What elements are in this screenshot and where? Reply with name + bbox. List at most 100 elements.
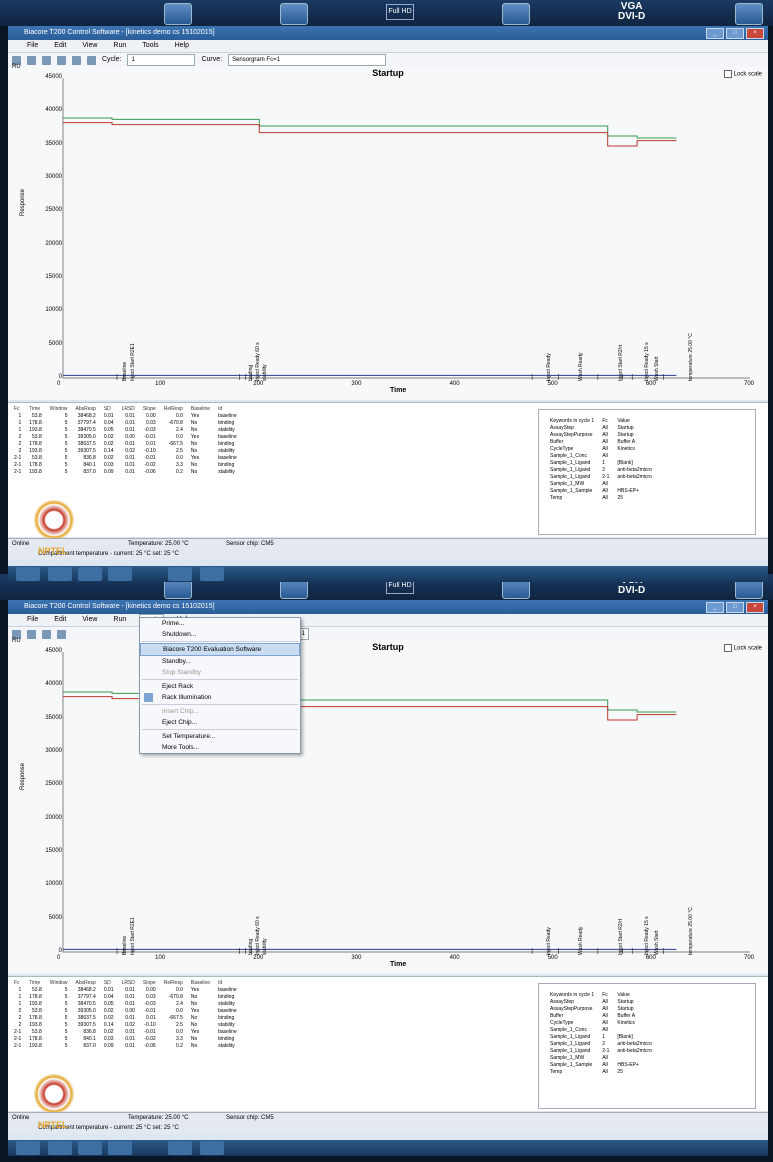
menu-item-shutdown[interactable]: Shutdown... <box>140 629 300 640</box>
table-row[interactable]: 1 53.8 5 38468.2 0.01 0.01 0.00 0.0 Yes baseline <box>10 412 241 419</box>
menu-view[interactable]: View <box>79 40 100 52</box>
menu-edit[interactable]: Edit <box>51 614 69 626</box>
menu-file[interactable]: File <box>24 614 41 626</box>
keyword-row[interactable]: Temp All 25 <box>546 494 656 501</box>
keyword-row[interactable]: Sample_1_Ligand 2 anti-beta2micro <box>546 1040 656 1047</box>
curve-select[interactable]: Sensorgram Fc=1 <box>228 54 387 66</box>
table-row[interactable]: 2 53.8 5 39305.0 0.02 0.00 -0.01 0.0 Yes baseline <box>10 433 241 440</box>
table-row[interactable]: 2 193.8 5 39307.5 0.14 0.02 -0.10 2.5 No stabilit… <box>10 1021 241 1028</box>
keyword-row[interactable]: Sample_1_Conc All <box>546 1026 656 1033</box>
keyword-row[interactable]: AssayStep All Startup <box>546 998 656 1005</box>
menu-tools[interactable]: Tools <box>139 40 161 52</box>
keyword-row[interactable]: Sample_1_Ligand 2-1 anti-beta2micro <box>546 473 656 480</box>
table-row[interactable]: 1 193.8 5 38470.5 0.05 0.01 -0.03 2.4 No stabilit… <box>10 426 241 433</box>
keyword-row[interactable]: Sample_1_Ligand 2 anti-beta2micro <box>546 466 656 473</box>
keyword-row[interactable]: Temp All 25 <box>546 1068 656 1075</box>
sensorgram-plot[interactable]: Startup Lock scale RU Response Time Base… <box>8 64 768 400</box>
menu-run[interactable]: Run <box>110 40 129 52</box>
minimize-button[interactable]: _ <box>706 602 724 613</box>
keyword-row[interactable]: Sample_1_MW All <box>546 1054 656 1061</box>
crosshair-icon[interactable] <box>72 55 81 65</box>
table-row[interactable]: 2-1 178.8 5 840.1 0.03 0.01 -0.02 3.3 No binding <box>10 1035 241 1042</box>
table-row[interactable]: 2-1 178.8 5 840.1 0.03 0.01 -0.02 3.3 No binding <box>10 461 241 468</box>
table-cell: 5 <box>64 1042 68 1049</box>
taskbar-firefox-icon[interactable] <box>168 1141 192 1155</box>
chart-icon[interactable] <box>57 55 66 65</box>
keyword-row[interactable]: Sample_1_Ligand 2-1 anti-beta2micro <box>546 1047 656 1054</box>
keyword-row[interactable]: Sample_1_Ligand 1 [Blank] <box>546 1033 656 1040</box>
table-row[interactable]: 2-1 53.8 5 836.8 0.02 0.01 -0.01 0.0 Yes baseline <box>10 454 241 461</box>
keyword-row[interactable]: CycleType All Kinetics <box>546 445 656 452</box>
keywords-table: Keywords in cycle 1 Fc Value AssayStep All S… <box>546 991 656 1075</box>
table-cell: 2-1 <box>14 1035 22 1042</box>
table-row[interactable]: 2 193.8 5 39307.5 0.14 0.02 -0.10 2.5 No stabilit… <box>10 447 241 454</box>
keyword-row[interactable]: Sample_1_Sample All HBS-EP+ <box>546 1061 656 1068</box>
menu-item-stop-standby[interactable]: Stop Standby <box>140 667 300 678</box>
table-row[interactable]: 1 53.8 5 38468.2 0.01 0.01 0.00 0.0 Yes baseline <box>10 986 241 993</box>
keyword-cell: All <box>602 1061 608 1068</box>
table-row[interactable]: 2-1 193.8 5 837.0 0.09 0.01 -0.06 0.2 No stabilit… <box>10 468 241 475</box>
maximize-button[interactable]: □ <box>726 28 744 39</box>
keyword-row[interactable]: Buffer All Buffer A <box>546 438 656 445</box>
table-row[interactable]: 1 178.8 5 37797.4 0.04 0.01 0.03 -670.8 No bindin… <box>10 993 241 1000</box>
menu-item-eject-chip[interactable]: Eject Chip... <box>140 717 300 728</box>
start-button[interactable] <box>16 1141 40 1155</box>
table-cell: No <box>190 447 198 454</box>
taskbar-ie-icon[interactable] <box>48 1141 72 1155</box>
chart-icon[interactable] <box>57 629 66 639</box>
table-cell: 0.2 <box>175 1042 183 1049</box>
zoom-icon[interactable] <box>87 55 96 65</box>
menu-file[interactable]: File <box>24 40 41 52</box>
taskbar-t200-icon[interactable] <box>200 567 224 581</box>
taskbar-firefox-icon[interactable] <box>168 567 192 581</box>
menu-item-evaluation-software[interactable]: Biacore T200 Evaluation Software <box>140 643 300 656</box>
keyword-row[interactable]: Sample_1_Ligand 1 [Blank] <box>546 459 656 466</box>
keyword-row[interactable]: Sample_1_Conc All <box>546 452 656 459</box>
keyword-row[interactable]: Sample_1_Sample All HBS-EP+ <box>546 487 656 494</box>
taskbar-media-icon[interactable] <box>108 567 132 581</box>
table-row[interactable]: 2-1 53.8 5 836.8 0.02 0.01 -0.01 0.0 Yes baseline <box>10 1028 241 1035</box>
table-cell: -0.01 <box>144 1028 156 1035</box>
minimize-button[interactable]: _ <box>706 28 724 39</box>
menu-item-standby[interactable]: Standby... <box>140 656 300 667</box>
maximize-button[interactable]: □ <box>726 602 744 613</box>
menu-item-prime[interactable]: Prime... <box>140 618 300 629</box>
table-row[interactable]: 1 193.8 5 38470.5 0.05 0.01 -0.03 2.4 No stabilit… <box>10 1000 241 1007</box>
menu-help[interactable]: Help <box>172 40 192 52</box>
close-button[interactable]: × <box>746 602 764 613</box>
taskbar-folder-icon[interactable] <box>78 1141 102 1155</box>
menu-view[interactable]: View <box>79 614 100 626</box>
keyword-row[interactable]: AssayStep All Startup <box>546 424 656 431</box>
taskbar-folder-icon[interactable] <box>78 567 102 581</box>
close-button[interactable]: × <box>746 28 764 39</box>
taskbar-t200-icon[interactable] <box>200 1141 224 1155</box>
compartment-status: Compartment temperature - current: 25 °C… <box>8 1124 768 1134</box>
menu-edit[interactable]: Edit <box>51 40 69 52</box>
start-button[interactable] <box>16 567 40 581</box>
menu-item-set-temperature[interactable]: Set Temperature... <box>140 731 300 742</box>
table-row[interactable]: 2 53.8 5 39305.0 0.02 0.00 -0.01 0.0 Yes baseline <box>10 1007 241 1014</box>
table-row[interactable]: 2 178.8 5 38637.5 0.02 0.01 0.01 -667.5 No bindin… <box>10 1014 241 1021</box>
keyword-cell: Sample_1_Ligand <box>550 1040 591 1047</box>
table-row[interactable]: 2-1 193.8 5 837.0 0.09 0.01 -0.06 0.2 No stabilit… <box>10 1042 241 1049</box>
sensorgram-plot[interactable]: Startup Lock scale RU Response Time Base… <box>8 638 768 974</box>
menu-run[interactable]: Run <box>110 614 129 626</box>
keyword-row[interactable]: Sample_1_MW All <box>546 480 656 487</box>
menu-item-insert-chip[interactable]: Insert Chip... <box>140 706 300 717</box>
menu-item-rack-illumination[interactable]: Rack Illumination <box>140 692 300 703</box>
table-row[interactable]: 2 178.8 5 38637.5 0.02 0.01 0.01 -667.5 No bindin… <box>10 440 241 447</box>
keyword-cell: Sample_1_Sample <box>550 487 593 494</box>
menu-item-eject-rack[interactable]: Eject Rack <box>140 681 300 692</box>
keyword-row[interactable]: AssayStepPurpose All Startup <box>546 431 656 438</box>
keyword-row[interactable]: CycleType All Kinetics <box>546 1019 656 1026</box>
cycle-select[interactable]: 1 <box>127 54 196 66</box>
table-cell: 0.01 <box>125 454 135 461</box>
menu-item-more-tools[interactable]: More Tools... <box>140 742 300 753</box>
keyword-row[interactable]: Buffer All Buffer A <box>546 1012 656 1019</box>
y-tick-label: 25000 <box>45 781 62 788</box>
table-row[interactable]: 1 178.8 5 37797.4 0.04 0.01 0.03 -670.8 No bindin… <box>10 419 241 426</box>
taskbar-ie-icon[interactable] <box>48 567 72 581</box>
table-cell: -0.10 <box>144 447 156 454</box>
keyword-row[interactable]: AssayStepPurpose All Startup <box>546 1005 656 1012</box>
taskbar-media-icon[interactable] <box>108 1141 132 1155</box>
